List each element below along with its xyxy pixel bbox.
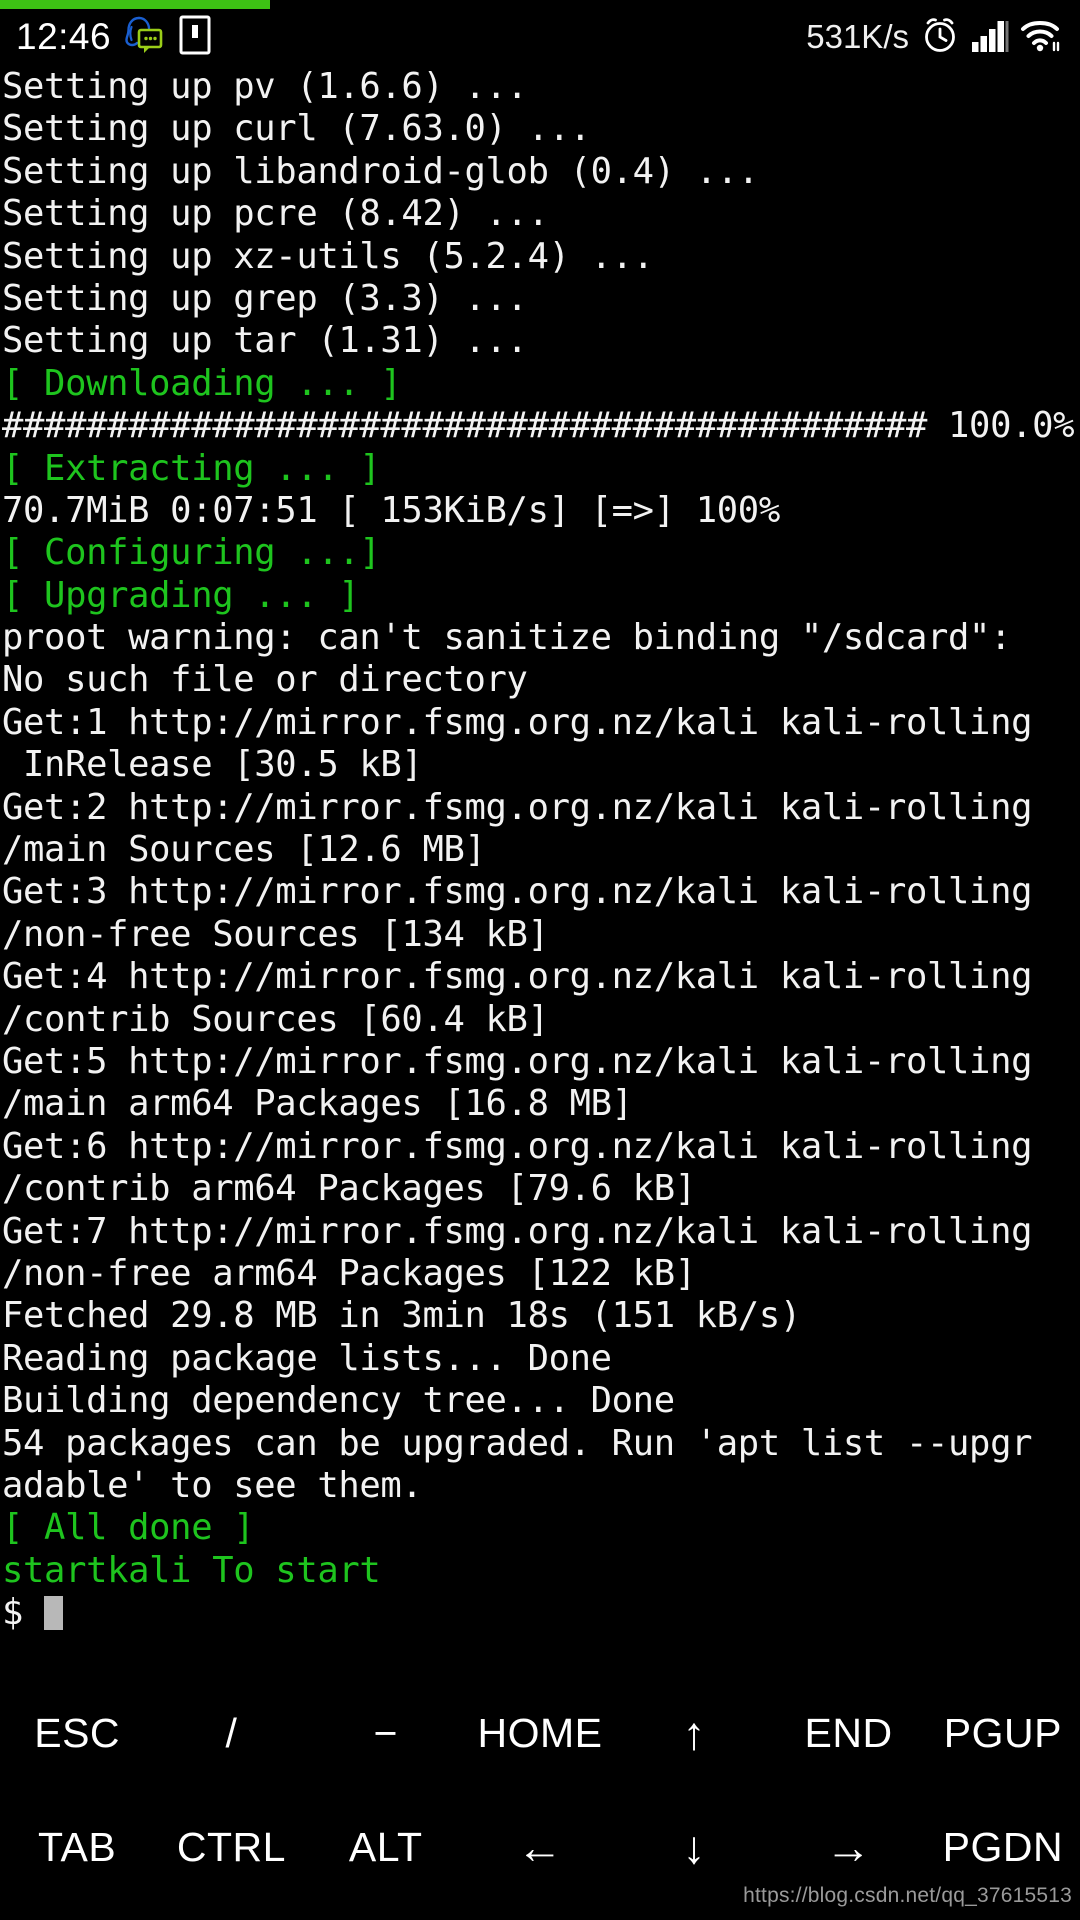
key-arrow-left[interactable]: ←	[463, 1790, 617, 1904]
terminal-line: Setting up libandroid-glob (0.4) ...	[2, 150, 759, 192]
watermark: https://blog.csdn.net/qq_37615513	[743, 1884, 1072, 1907]
terminal-line: 54 packages can be upgraded. Run 'apt li…	[2, 1422, 1033, 1464]
terminal-line: Setting up curl (7.63.0) ...	[2, 108, 591, 150]
terminal-line: [ All done ]	[2, 1507, 255, 1549]
terminal-line: [ Upgrading ... ]	[2, 574, 360, 616]
network-speed-indicator: 531K/s	[806, 18, 909, 55]
terminal-line: Get:4 http://mirror.fsmg.org.nz/kali kal…	[2, 956, 1033, 998]
terminal-prompt-line[interactable]: $	[0, 1592, 1080, 1634]
status-bar: 12:46 531K/s	[0, 9, 1080, 65]
terminal-line: Setting up pcre (8.42) ...	[2, 193, 549, 235]
alarm-clock-icon	[920, 15, 960, 59]
status-clock: 12:46	[16, 16, 112, 57]
terminal-line: Setting up xz-utils (5.2.4) ...	[2, 235, 654, 277]
terminal-line: /non-free arm64 Packages [122 kB]	[2, 1252, 696, 1294]
status-bar-right-group: 531K/s	[806, 15, 1080, 59]
terminal-line: InRelease [30.5 kB]	[2, 744, 423, 786]
key-alt[interactable]: ALT	[309, 1790, 463, 1904]
terminal-prompt-symbol: $	[2, 1592, 45, 1634]
terminal-line: Building dependency tree... Done	[2, 1380, 675, 1422]
key-slash[interactable]: /	[154, 1676, 308, 1790]
terminal-line: /contrib Sources [60.4 kB]	[2, 998, 549, 1040]
terminal-line: ########################################…	[2, 405, 1075, 447]
terminal-line: [ Extracting ... ]	[2, 447, 381, 489]
key-pgup[interactable]: PGUP	[926, 1676, 1080, 1790]
terminal-line: Setting up grep (3.3) ...	[2, 277, 528, 319]
terminal-line: Get:5 http://mirror.fsmg.org.nz/kali kal…	[2, 1040, 1033, 1082]
signal-bars-icon	[971, 17, 1009, 57]
terminal-line: [ Downloading ... ]	[2, 362, 402, 404]
terminal-line: Get:6 http://mirror.fsmg.org.nz/kali kal…	[2, 1125, 1033, 1167]
terminal-cursor	[44, 1596, 64, 1631]
terminal-line: Get:2 http://mirror.fsmg.org.nz/kali kal…	[2, 786, 1033, 828]
terminal-line: Setting up tar (1.31) ...	[2, 320, 528, 362]
key-ctrl[interactable]: CTRL	[154, 1790, 308, 1904]
key-end[interactable]: END	[771, 1676, 925, 1790]
terminal-line: Setting up pv (1.6.6) ...	[2, 66, 528, 107]
terminal-line: Get:1 http://mirror.fsmg.org.nz/kali kal…	[2, 701, 1033, 743]
extra-keys-bar: ESC / − HOME ↑ END PGUP TAB CTRL ALT ← ↓ → PGDN http…	[0, 1666, 1080, 1920]
wifi-icon	[1020, 17, 1062, 57]
terminal-line: /main arm64 Packages [16.8 MB]	[2, 1083, 633, 1125]
download-progress-fill	[0, 0, 270, 9]
extra-keys-row-1: ESC / − HOME ↑ END PGUP	[0, 1676, 1080, 1790]
terminal-output[interactable]: Setting up pv (1.6.6) ... Setting up curl…	[0, 66, 1080, 1666]
download-progress-bar	[0, 0, 1080, 9]
key-arrow-up[interactable]: ↑	[617, 1676, 771, 1790]
status-bar-left-group: 12:46	[0, 14, 211, 60]
terminal-line: Get:3 http://mirror.fsmg.org.nz/kali kal…	[2, 871, 1033, 913]
terminal-line: Fetched 29.8 MB in 3min 18s (151 kB/s)	[2, 1295, 801, 1337]
terminal-line: Get:7 http://mirror.fsmg.org.nz/kali kal…	[2, 1210, 1033, 1252]
terminal-line: adable' to see them.	[2, 1464, 423, 1506]
terminal-line: Reading package lists... Done	[2, 1337, 612, 1379]
key-tab[interactable]: TAB	[0, 1790, 154, 1904]
qq-messenger-icon	[125, 14, 165, 60]
key-minus[interactable]: −	[309, 1676, 463, 1790]
key-home[interactable]: HOME	[463, 1676, 617, 1790]
key-esc[interactable]: ESC	[0, 1676, 154, 1790]
terminal-line: /contrib arm64 Packages [79.6 kB]	[2, 1168, 696, 1210]
terminal-line: proot warning: can't sanitize binding "/…	[2, 617, 1012, 659]
notification-card-icon	[179, 14, 211, 60]
terminal-line: [ Configuring ...]	[2, 532, 381, 574]
terminal-line: /main Sources [12.6 MB]	[2, 829, 486, 871]
terminal-line: No such file or directory	[2, 659, 528, 701]
terminal-line: startkali To start	[2, 1549, 381, 1591]
terminal-line: /non-free Sources [134 kB]	[2, 913, 549, 955]
terminal-line: 70.7MiB 0:07:51 [ 153KiB/s] [=>] 100%	[2, 489, 780, 531]
